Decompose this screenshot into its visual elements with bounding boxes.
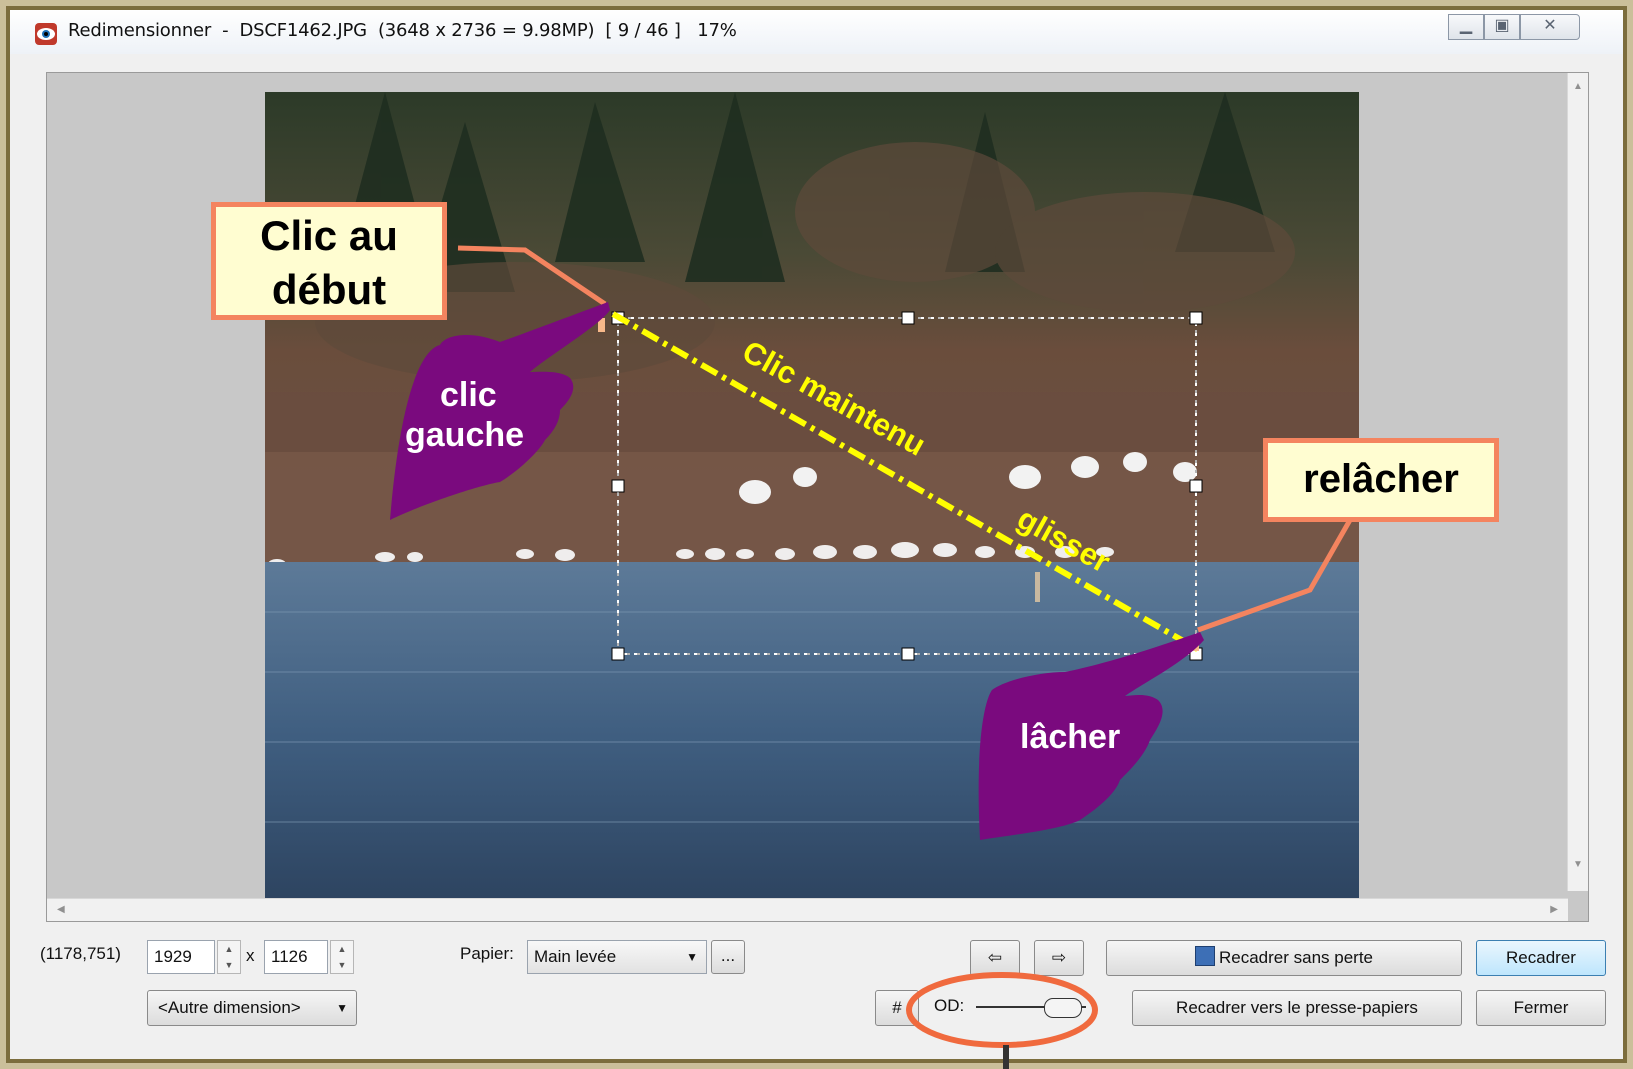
drag-hold-label: Clic maintenu [737,334,932,463]
release-connector [1197,518,1353,633]
start-callout: Clic au début [211,202,447,320]
release-hand-label: lâcher [1020,718,1120,756]
od-highlight-circle [906,972,1098,1048]
annotation-overlay: Clic maintenu glisser clic gauche lâcher [390,245,1353,1069]
left-click-label-2: gauche [405,416,524,454]
release-callout: relâcher [1263,438,1499,522]
left-click-label-1: clic [440,376,497,414]
left-hand-icon [390,302,610,520]
drag-slide-label: glisser [1012,501,1116,580]
od-pointer-line [1003,1045,1009,1069]
start-connector [457,245,607,307]
